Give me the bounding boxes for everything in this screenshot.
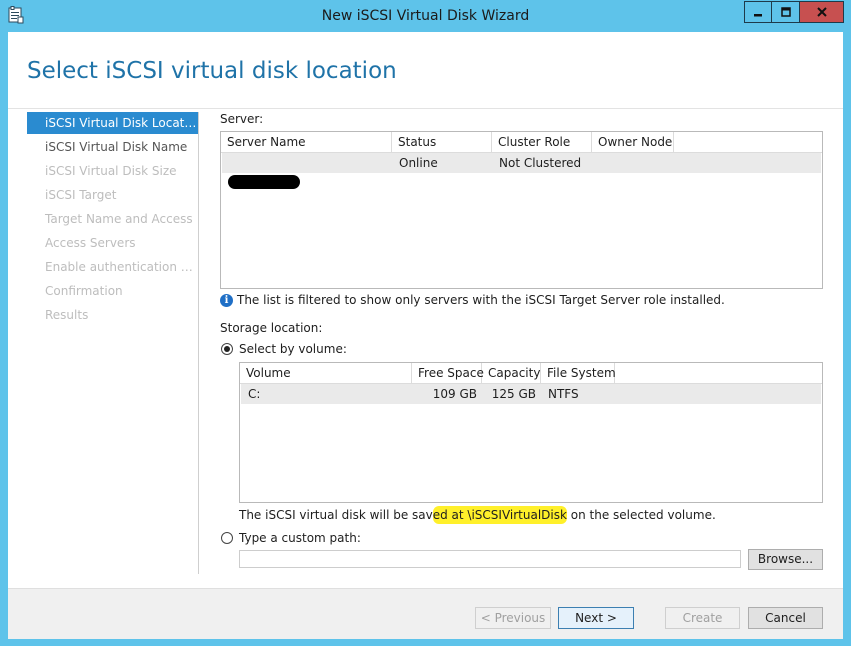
maximize-icon (780, 7, 791, 17)
column-status[interactable]: Status (392, 132, 492, 152)
storage-location-label: Storage location: (220, 321, 323, 335)
column-cluster-role[interactable]: Cluster Role (492, 132, 592, 152)
wizard-nav: iSCSI Virtual Disk Location iSCSI Virtua… (27, 112, 199, 574)
server-list[interactable]: Server Name Status Cluster Role Owner No… (220, 131, 823, 289)
close-icon (816, 7, 827, 17)
column-file-system[interactable]: File System (541, 363, 616, 383)
previous-button[interactable]: < Previous (475, 607, 551, 629)
nav-item-iscsi-target: iSCSI Target (45, 188, 117, 202)
volume-name: C: (248, 387, 261, 401)
nav-item-virtual-disk-size: iSCSI Virtual Disk Size (45, 164, 177, 178)
volume-free-space: 109 GB (432, 387, 477, 401)
wizard-window: New iSCSI Virtual Disk Wizard Select iSC… (0, 0, 851, 646)
column-free-space[interactable]: Free Space (412, 363, 484, 383)
select-by-volume-radio[interactable] (221, 343, 233, 355)
title-bar[interactable]: New iSCSI Virtual Disk Wizard (0, 0, 851, 32)
server-list-header: Server Name Status Cluster Role Owner No… (221, 132, 822, 153)
redacted-server-name (228, 175, 300, 189)
server-label: Server: (220, 112, 264, 126)
page-title: Select iSCSI virtual disk location (27, 58, 397, 84)
column-capacity[interactable]: Capacity (482, 363, 541, 383)
server-cluster-role: Not Clustered (499, 156, 582, 170)
save-note-start: The iSCSI virtual disk will be sav (239, 508, 433, 522)
next-button[interactable]: Next > (558, 607, 634, 629)
nav-item-access-servers: Access Servers (45, 236, 136, 250)
nav-item-enable-authentication: Enable authentication ser... (45, 260, 198, 274)
minimize-icon (754, 14, 762, 17)
column-owner-node[interactable]: Owner Node (592, 132, 674, 152)
filter-note: The list is filtered to show only server… (237, 293, 725, 307)
save-location-note: The iSCSI virtual disk will be saved at … (239, 506, 716, 524)
wizard-client-area: Select iSCSI virtual disk location iSCSI… (8, 32, 843, 639)
custom-path-input[interactable] (239, 550, 741, 568)
custom-path-label[interactable]: Type a custom path: (239, 531, 361, 545)
nav-item-virtual-disk-location[interactable]: iSCSI Virtual Disk Location (27, 112, 198, 134)
nav-item-confirmation: Confirmation (45, 284, 123, 298)
column-server-name[interactable]: Server Name (221, 132, 392, 152)
volume-capacity: 125 GB (491, 387, 536, 401)
select-by-volume-label[interactable]: Select by volume: (239, 342, 347, 356)
nav-item-results: Results (45, 308, 89, 322)
browse-button[interactable]: Browse... (748, 549, 823, 570)
maximize-button[interactable] (771, 1, 800, 23)
save-note-end: on the selected volume. (566, 508, 716, 522)
volume-list[interactable]: Volume Free Space Capacity File System C… (239, 362, 823, 503)
cancel-button[interactable]: Cancel (748, 607, 823, 629)
close-button[interactable] (799, 1, 844, 23)
server-status: Online (399, 156, 438, 170)
table-row[interactable]: Online Not Clustered (222, 153, 821, 189)
nav-item-target-name-access: Target Name and Access (45, 212, 193, 226)
nav-item-virtual-disk-name[interactable]: iSCSI Virtual Disk Name (27, 136, 198, 158)
info-icon: i (220, 294, 233, 307)
window-title: New iSCSI Virtual Disk Wizard (321, 8, 530, 24)
wizard-footer: < Previous Next > Create Cancel (8, 588, 843, 639)
wizard-header: Select iSCSI virtual disk location (8, 32, 843, 109)
volume-list-header: Volume Free Space Capacity File System (240, 363, 822, 384)
highlighted-save-path: ed at \iSCSIVirtualDisk (432, 506, 567, 524)
minimize-button[interactable] (744, 1, 772, 23)
create-button[interactable]: Create (665, 607, 740, 629)
volume-file-system: NTFS (548, 387, 579, 401)
column-volume[interactable]: Volume (240, 363, 412, 383)
custom-path-radio[interactable] (221, 532, 233, 544)
table-row[interactable]: C: 109 GB 125 GB NTFS (241, 384, 821, 404)
